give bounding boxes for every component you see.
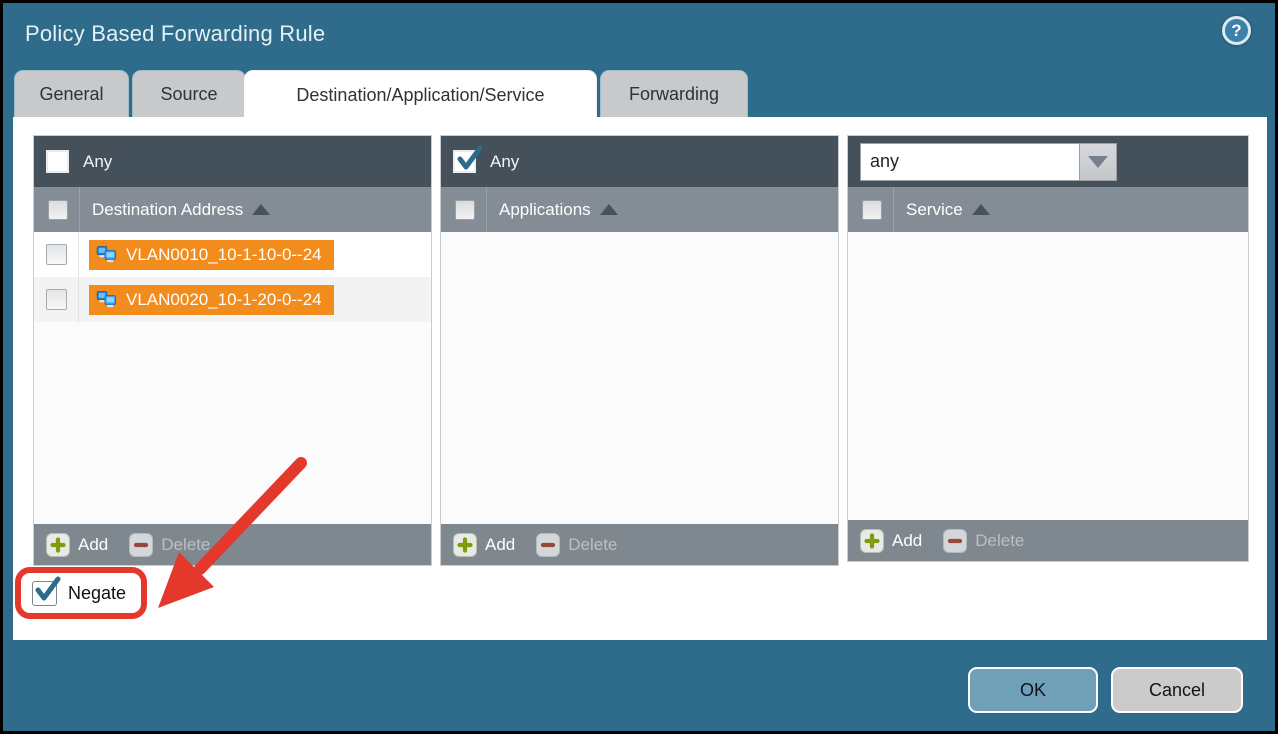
service-column: any Service Add [847,135,1249,562]
tab-destination-application-service[interactable]: Destination/Application/Service [245,71,596,120]
add-button-label: Add [485,535,515,555]
tab-forwarding-label: Forwarding [629,84,719,105]
add-button-label: Add [892,531,922,551]
checkmark-icon [34,576,60,604]
help-icon-glyph: ? [1231,21,1241,41]
applications-header[interactable]: Applications [441,187,838,232]
tab-das-label: Destination/Application/Service [296,85,544,106]
service-header-label: Service [906,200,963,220]
tab-source-label: Source [160,84,217,105]
destination-address-header-label: Destination Address [92,200,243,220]
applications-any-bar: Any [441,136,838,187]
tab-source[interactable]: Source [133,71,245,117]
address-object-chip[interactable]: VLAN0020_10-1-20-0--24 [89,285,334,315]
applications-any-checkbox[interactable] [453,150,476,173]
delete-button-label: Delete [975,531,1024,551]
minus-icon [129,533,153,557]
dialog-titlebar: Policy Based Forwarding Rule ? [3,3,1275,67]
address-object-label: VLAN0020_10-1-20-0--24 [126,290,322,310]
service-dropdown-value: any [860,143,1080,181]
add-button[interactable]: Add [860,529,922,553]
service-header[interactable]: Service [848,187,1248,232]
address-object-chip[interactable]: VLAN0010_10-1-10-0--24 [89,240,334,270]
add-button[interactable]: Add [453,533,515,557]
delete-button[interactable]: Delete [536,533,617,557]
minus-icon [536,533,560,557]
destination-toolbar: Add Delete [34,524,431,565]
row-checkbox[interactable] [46,289,67,310]
plus-icon [860,529,884,553]
ok-button[interactable]: OK [968,667,1098,713]
help-icon[interactable]: ? [1222,16,1251,45]
destination-any-checkbox[interactable] [46,150,69,173]
negate-annotation-box: Negate [15,567,147,619]
table-row[interactable]: VLAN0020_10-1-20-0--24 [34,277,431,322]
applications-toolbar: Add Delete [441,524,838,565]
service-dropdown-button[interactable] [1080,143,1117,181]
service-dropdown[interactable]: any [860,143,1117,181]
minus-icon [943,529,967,553]
plus-icon [46,533,70,557]
row-checkbox[interactable] [46,244,67,265]
checkmark-icon [456,146,482,174]
cancel-button-label: Cancel [1149,680,1205,701]
applications-column: Any Applications Add D [440,135,839,566]
sort-asc-icon[interactable] [252,204,270,215]
service-any-bar: any [848,136,1248,187]
applications-any-label: Any [490,152,519,172]
destination-address-list: VLAN0010_10-1-10-0--24 [34,232,431,524]
add-button[interactable]: Add [46,533,108,557]
delete-button[interactable]: Delete [129,533,210,557]
service-select-all-checkbox[interactable] [862,200,882,220]
applications-header-label: Applications [499,200,591,220]
tab-forwarding[interactable]: Forwarding [601,71,747,117]
plus-icon [453,533,477,557]
sort-asc-icon[interactable] [600,204,618,215]
table-row[interactable]: VLAN0010_10-1-10-0--24 [34,232,431,277]
tab-content-panel: Any Destination Address [13,117,1267,640]
delete-button-label: Delete [161,535,210,555]
destination-address-header[interactable]: Destination Address [34,187,431,232]
cancel-button[interactable]: Cancel [1111,667,1243,713]
destination-select-all-checkbox[interactable] [48,200,68,220]
destination-address-column: Any Destination Address [33,135,432,566]
delete-button-label: Delete [568,535,617,555]
tab-general-label: General [39,84,103,105]
address-object-label: VLAN0010_10-1-10-0--24 [126,245,322,265]
add-button-label: Add [78,535,108,555]
service-toolbar: Add Delete [848,520,1248,561]
applications-list [441,232,838,524]
negate-label: Negate [68,583,126,604]
delete-button[interactable]: Delete [943,529,1024,553]
destination-any-bar: Any [34,136,431,187]
network-address-icon [96,291,117,308]
destination-any-label: Any [83,152,112,172]
chevron-down-icon [1088,156,1108,168]
negate-checkbox[interactable] [32,581,57,606]
network-address-icon [96,246,117,263]
dialog-title: Policy Based Forwarding Rule [25,21,325,47]
tab-general[interactable]: General [15,71,128,117]
sort-asc-icon[interactable] [972,204,990,215]
ok-button-label: OK [1020,680,1046,701]
pbf-rule-dialog: Policy Based Forwarding Rule ? General S… [0,0,1278,734]
applications-select-all-checkbox[interactable] [455,200,475,220]
service-list [848,232,1248,520]
